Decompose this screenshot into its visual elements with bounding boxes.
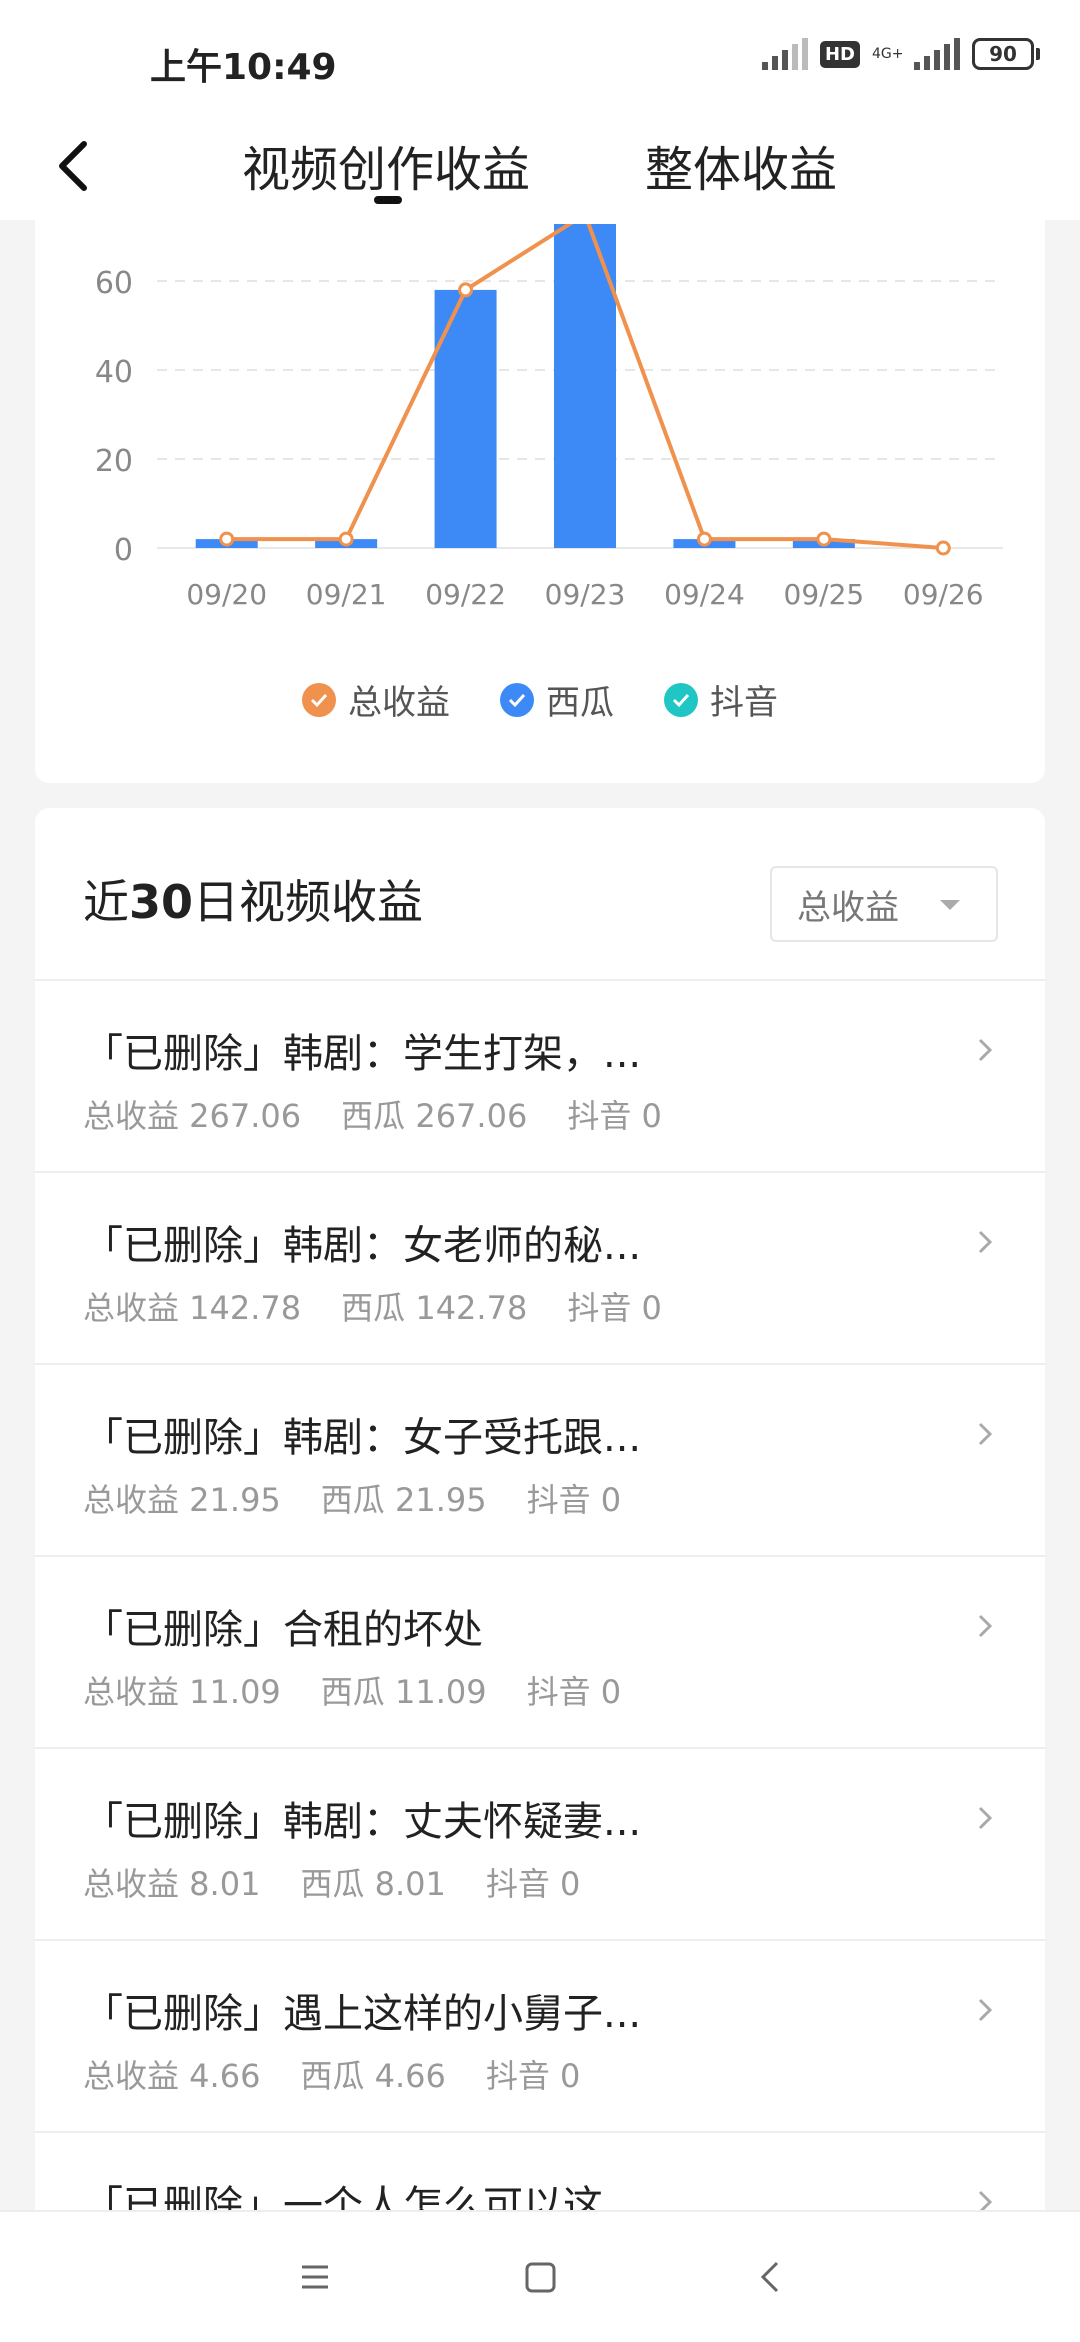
- point-total: [340, 533, 352, 545]
- video-stats: 总收益 8.01西瓜 8.01抖音 0: [83, 1859, 620, 1905]
- chevron-left-icon: [50, 136, 100, 196]
- x-tick-label: 09/20: [186, 578, 267, 611]
- point-total: [698, 533, 710, 545]
- video-title: 「已删除」合租的坏处: [83, 1597, 483, 1655]
- top-header: 视频创作收益 整体收益: [0, 110, 1080, 220]
- check-icon: [302, 683, 336, 717]
- x-tick-label: 09/22: [425, 578, 506, 611]
- list-item[interactable]: 「已删除」韩剧：丈夫怀疑妻... 总收益 8.01西瓜 8.01抖音 0: [35, 1749, 1045, 1941]
- chevron-right-icon: [970, 1417, 1000, 1451]
- system-nav-bar: [0, 2210, 1080, 2342]
- signal-icon: [762, 38, 808, 70]
- check-icon: [664, 683, 698, 717]
- back-button[interactable]: [50, 136, 100, 196]
- menu-icon: [290, 2252, 340, 2302]
- chevron-right-icon: [970, 1033, 1000, 1067]
- revenue-chart: 0 20 40 60 09/20 09/21 09/22 09/23 09/24 09/25 09/…: [35, 220, 1045, 670]
- back-icon: [745, 2252, 795, 2302]
- video-stats: 总收益 21.95西瓜 21.95抖音 0: [83, 1475, 661, 1521]
- dropdown-arrow-icon: [940, 900, 960, 910]
- legend-item-xigua[interactable]: 西瓜: [500, 675, 614, 724]
- point-total: [818, 533, 830, 545]
- y-tick-label: 60: [95, 266, 133, 301]
- status-time: 上午10:49: [150, 38, 337, 90]
- chevron-right-icon: [970, 1609, 1000, 1643]
- back-nav-button[interactable]: [745, 2252, 795, 2302]
- video-title: 「已删除」韩剧：女子受托跟...: [83, 1405, 641, 1463]
- list-header: 近30日视频收益 总收益: [35, 808, 1045, 981]
- tab-overall-revenue[interactable]: 整体收益: [645, 130, 837, 200]
- home-icon: [515, 2252, 565, 2302]
- chevron-right-icon: [970, 1225, 1000, 1259]
- video-title: 「已删除」韩剧：女老师的秘...: [83, 1213, 641, 1271]
- x-tick-label: 09/21: [306, 578, 387, 611]
- legend-item-total[interactable]: 总收益: [302, 675, 450, 724]
- video-stats: 总收益 4.66西瓜 4.66抖音 0: [83, 2051, 620, 2097]
- x-tick-label: 09/25: [784, 578, 865, 611]
- video-stats: 总收益 142.78西瓜 142.78抖音 0: [83, 1283, 702, 1329]
- home-button[interactable]: [515, 2252, 565, 2302]
- video-title: 「已删除」遇上这样的小舅子...: [83, 1981, 641, 2039]
- check-icon: [500, 683, 534, 717]
- list-item[interactable]: 「已删除」韩剧：女子受托跟... 总收益 21.95西瓜 21.95抖音 0: [35, 1365, 1045, 1557]
- legend-label-total: 总收益: [348, 675, 450, 724]
- status-icons: HD 4G+ 90: [762, 38, 1040, 70]
- revenue-chart-card: 0 20 40 60 09/20 09/21 09/22 09/23 09/24 09/25 09/…: [35, 220, 1045, 783]
- video-stats: 总收益 11.09西瓜 11.09抖音 0: [83, 1667, 661, 1713]
- legend-item-douyin[interactable]: 抖音: [664, 675, 778, 724]
- y-tick-label: 40: [95, 355, 133, 390]
- active-tab-indicator: [374, 196, 402, 204]
- menu-button[interactable]: [290, 2252, 340, 2302]
- battery-level: 90: [972, 38, 1034, 70]
- video-title: 「已删除」韩剧：学生打架，...: [83, 1021, 641, 1079]
- x-tick-label: 09/26: [903, 578, 984, 611]
- battery-icon: 90: [972, 38, 1040, 70]
- signal-icon-2: [914, 38, 960, 70]
- chevron-right-icon: [970, 1801, 1000, 1835]
- revenue-type-dropdown[interactable]: 总收益: [770, 866, 998, 942]
- x-tick-label: 09/23: [545, 578, 626, 611]
- list-item[interactable]: 「已删除」合租的坏处 总收益 11.09西瓜 11.09抖音 0: [35, 1557, 1045, 1749]
- status-bar: 上午10:49 HD 4G+ 90: [0, 0, 1080, 110]
- dropdown-value: 总收益: [797, 880, 899, 929]
- chart-legend: 总收益 西瓜 抖音: [35, 675, 1045, 724]
- video-revenue-list-card: 近30日视频收益 总收益 「已删除」韩剧：学生打架，... 总收益 267.06…: [35, 808, 1045, 2238]
- bar-xigua: [435, 290, 497, 548]
- video-title: 「已删除」韩剧：丈夫怀疑妻...: [83, 1789, 641, 1847]
- y-tick-label: 0: [114, 533, 133, 568]
- list-item[interactable]: 「已删除」韩剧：女老师的秘... 总收益 142.78西瓜 142.78抖音 0: [35, 1173, 1045, 1365]
- x-tick-label: 09/24: [664, 578, 745, 611]
- point-total: [460, 284, 472, 296]
- list-item[interactable]: 「已删除」韩剧：学生打架，... 总收益 267.06西瓜 267.06抖音 0: [35, 981, 1045, 1173]
- legend-label-douyin: 抖音: [710, 675, 778, 724]
- y-tick-label: 20: [95, 444, 133, 479]
- tab-video-revenue[interactable]: 视频创作收益: [242, 130, 530, 200]
- point-total: [221, 533, 233, 545]
- point-total: [937, 542, 949, 554]
- legend-label-xigua: 西瓜: [546, 675, 614, 724]
- network-label: 4G+: [872, 47, 902, 61]
- list-item[interactable]: 「已删除」遇上这样的小舅子... 总收益 4.66西瓜 4.66抖音 0: [35, 1941, 1045, 2133]
- list-title: 近30日视频收益: [83, 866, 423, 932]
- chevron-right-icon: [970, 1993, 1000, 2027]
- video-stats: 总收益 267.06西瓜 267.06抖音 0: [83, 1091, 702, 1137]
- hd-badge: HD: [820, 41, 860, 68]
